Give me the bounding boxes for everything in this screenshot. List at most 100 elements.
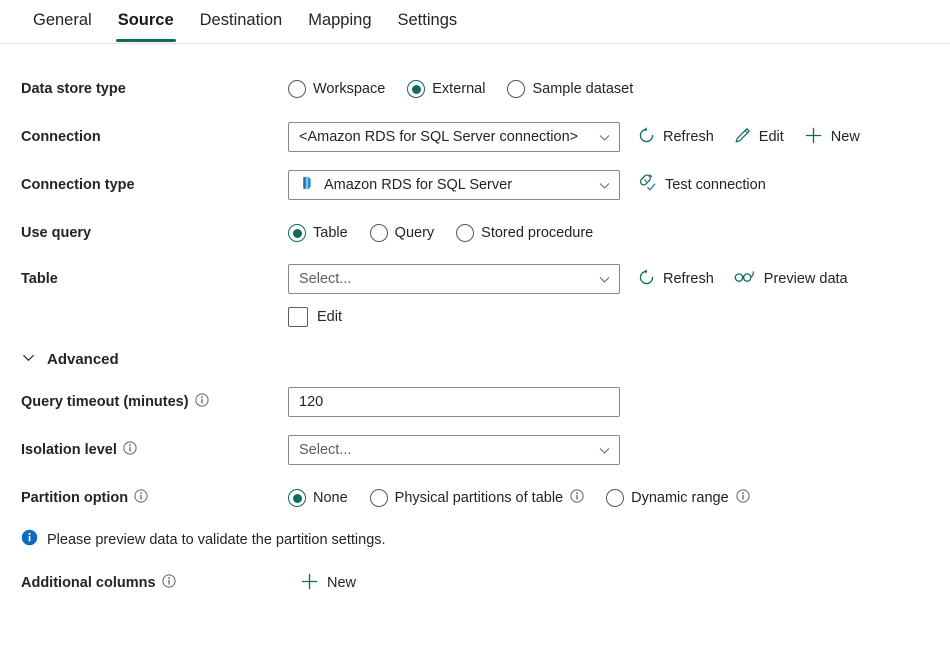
partition-info-message-text: Please preview data to validate the part… bbox=[47, 531, 386, 548]
radio-query[interactable]: Query bbox=[369, 224, 435, 242]
tab-destination-label: Destination bbox=[199, 11, 283, 29]
connection-new-button[interactable]: New bbox=[804, 126, 860, 149]
pencil-icon bbox=[734, 127, 751, 148]
connection-dropdown[interactable]: <Amazon RDS for SQL Server connection> bbox=[288, 122, 620, 152]
tab-general-label: General bbox=[33, 11, 92, 29]
tab-mapping[interactable]: Mapping bbox=[295, 0, 384, 42]
radio-partition-none-dot bbox=[288, 489, 306, 507]
connection-type-dropdown[interactable]: Amazon RDS for SQL Server bbox=[288, 170, 620, 200]
info-filled-icon bbox=[21, 529, 38, 550]
radio-stored-procedure-dot bbox=[456, 224, 475, 242]
preview-data-button[interactable]: Preview data bbox=[734, 269, 848, 289]
table-refresh-label: Refresh bbox=[663, 271, 714, 287]
radio-partition-none-label: None bbox=[313, 490, 348, 506]
info-icon[interactable] bbox=[194, 393, 209, 411]
tab-source[interactable]: Source bbox=[105, 0, 187, 42]
table-dropdown[interactable]: Select... bbox=[288, 264, 620, 294]
connection-type-commands: Test connection bbox=[638, 173, 766, 197]
radio-workspace[interactable]: Workspace bbox=[288, 80, 385, 98]
partition-option-label-text: Partition option bbox=[21, 490, 129, 506]
table-edit-control: Edit bbox=[288, 307, 950, 327]
table-label-text: Table bbox=[21, 271, 58, 287]
additional-columns-new-label: New bbox=[327, 575, 357, 591]
chevron-down-icon bbox=[21, 350, 36, 369]
radio-sample-dataset[interactable]: Sample dataset bbox=[507, 80, 633, 98]
info-icon[interactable] bbox=[161, 574, 176, 592]
row-isolation-level: Isolation level Select... bbox=[0, 435, 950, 465]
table-edit-checkbox-label: Edit bbox=[317, 309, 342, 325]
glasses-icon bbox=[734, 269, 756, 289]
table-refresh-button[interactable]: Refresh bbox=[638, 268, 714, 290]
data-store-type-label: Data store type bbox=[0, 81, 288, 97]
advanced-section-header[interactable]: Advanced bbox=[0, 350, 950, 369]
connection-type-control: Amazon RDS for SQL Server Test connectio… bbox=[288, 170, 950, 200]
isolation-level-dropdown[interactable]: Select... bbox=[288, 435, 620, 465]
info-icon[interactable] bbox=[570, 489, 584, 507]
database-icon bbox=[299, 175, 315, 195]
use-query-control: Table Query Stored procedure bbox=[288, 224, 950, 242]
connection-new-label: New bbox=[830, 129, 860, 145]
radio-external[interactable]: External bbox=[407, 80, 485, 98]
table-label: Table bbox=[0, 271, 288, 287]
radio-partition-physical[interactable]: Physical partitions of table bbox=[369, 489, 584, 507]
table-edit-checkbox-box bbox=[288, 307, 308, 327]
partition-option-control: None Physical partitions of table Dynami… bbox=[288, 489, 950, 507]
row-additional-columns: Additional columns New bbox=[0, 570, 950, 596]
radio-partition-dynamic-range[interactable]: Dynamic range bbox=[606, 489, 750, 507]
radio-partition-none[interactable]: None bbox=[288, 489, 348, 507]
query-timeout-input[interactable]: 120 bbox=[288, 387, 620, 417]
tab-general[interactable]: General bbox=[20, 0, 105, 42]
partition-option-label: Partition option bbox=[0, 489, 288, 507]
additional-columns-label-text: Additional columns bbox=[21, 575, 156, 591]
additional-columns-label: Additional columns bbox=[0, 574, 288, 592]
plus-icon bbox=[300, 572, 319, 595]
additional-columns-new-button[interactable]: New bbox=[300, 572, 356, 595]
connection-type-label: Connection type bbox=[0, 177, 288, 193]
data-store-type-radio-group: Workspace External Sample dataset bbox=[288, 80, 633, 98]
isolation-level-placeholder: Select... bbox=[299, 442, 352, 458]
tab-destination[interactable]: Destination bbox=[187, 0, 296, 42]
row-table-edit-checkbox: Edit bbox=[0, 304, 950, 330]
test-connection-button[interactable]: Test connection bbox=[638, 173, 766, 197]
advanced-section-label: Advanced bbox=[47, 351, 119, 368]
info-icon[interactable] bbox=[123, 441, 137, 459]
query-timeout-label-text: Query timeout (minutes) bbox=[21, 394, 189, 410]
row-connection: Connection <Amazon RDS for SQL Server co… bbox=[0, 122, 950, 152]
radio-stored-procedure[interactable]: Stored procedure bbox=[456, 224, 593, 242]
info-icon[interactable] bbox=[134, 489, 148, 507]
connection-control: <Amazon RDS for SQL Server connection> R… bbox=[288, 122, 950, 152]
radio-table[interactable]: Table bbox=[288, 224, 348, 242]
connection-edit-button[interactable]: Edit bbox=[734, 127, 784, 148]
radio-workspace-label: Workspace bbox=[313, 81, 386, 97]
plug-check-icon bbox=[638, 173, 657, 197]
row-table: Table Select... Refresh Preview data bbox=[0, 264, 950, 294]
test-connection-label: Test connection bbox=[665, 177, 766, 193]
tab-settings[interactable]: Settings bbox=[385, 0, 471, 42]
table-edit-checkbox[interactable]: Edit bbox=[288, 307, 342, 327]
row-data-store-type: Data store type Workspace External Sampl… bbox=[0, 76, 950, 102]
connection-edit-label: Edit bbox=[758, 129, 784, 145]
data-store-type-control: Workspace External Sample dataset bbox=[288, 80, 950, 98]
info-icon[interactable] bbox=[736, 489, 750, 507]
connection-dropdown-value: <Amazon RDS for SQL Server connection> bbox=[299, 129, 579, 145]
isolation-level-label-text: Isolation level bbox=[21, 442, 117, 458]
plus-icon bbox=[804, 126, 823, 149]
radio-table-label: Table bbox=[313, 225, 348, 241]
radio-query-label: Query bbox=[394, 225, 435, 241]
isolation-level-label: Isolation level bbox=[0, 441, 288, 459]
tab-bar: General Source Destination Mapping Setti… bbox=[0, 0, 950, 44]
connection-label-text: Connection bbox=[21, 129, 101, 145]
isolation-level-control: Select... bbox=[288, 435, 950, 465]
connection-refresh-button[interactable]: Refresh bbox=[638, 126, 714, 148]
partition-option-radio-group: None Physical partitions of table Dynami… bbox=[288, 489, 750, 507]
radio-external-label: External bbox=[432, 81, 486, 97]
radio-table-dot bbox=[288, 224, 306, 242]
use-query-label-text: Use query bbox=[21, 225, 92, 241]
partition-info-message: Please preview data to validate the part… bbox=[0, 529, 950, 550]
radio-partition-dynamic-range-label: Dynamic range bbox=[631, 490, 729, 506]
use-query-label: Use query bbox=[0, 225, 288, 241]
table-control: Select... Refresh Preview data bbox=[288, 264, 950, 294]
radio-workspace-dot bbox=[288, 80, 306, 98]
connection-commands: Refresh Edit New bbox=[638, 126, 860, 149]
additional-columns-control: New bbox=[288, 572, 950, 595]
